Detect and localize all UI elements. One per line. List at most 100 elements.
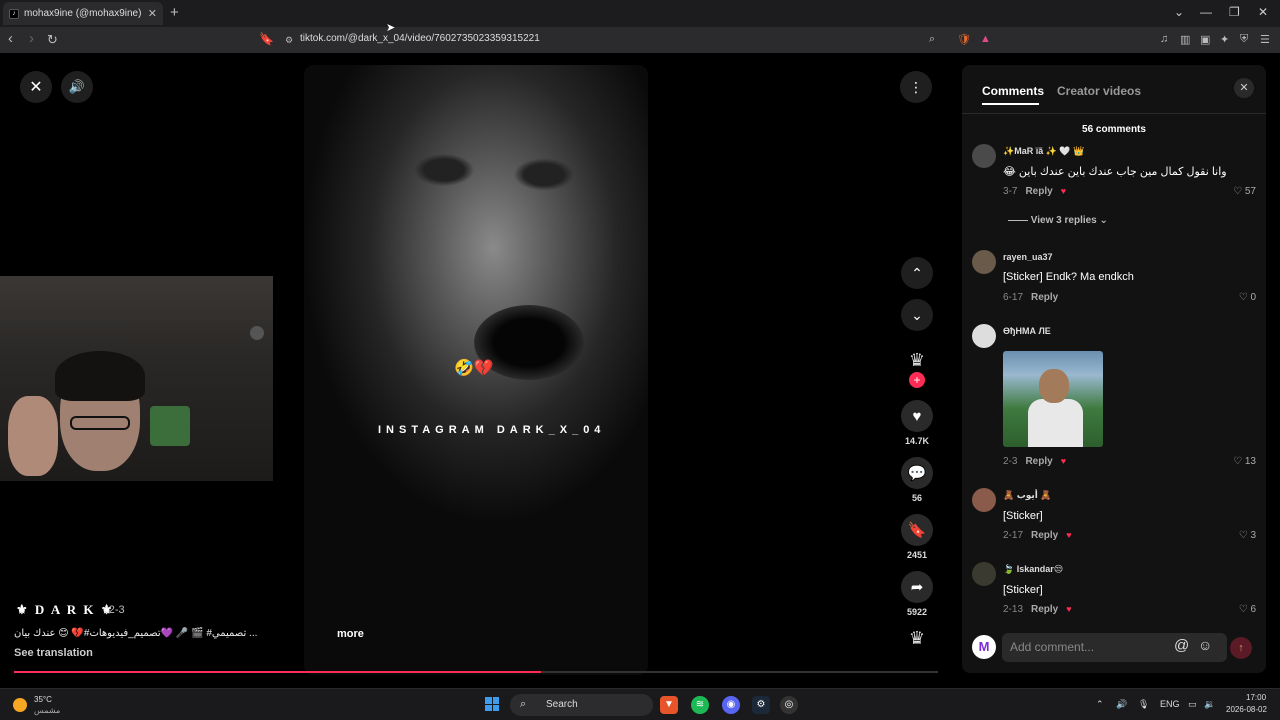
tray-overflow-icon[interactable]: ⌃ <box>1096 699 1104 710</box>
tab-comments[interactable]: Comments <box>982 84 1044 98</box>
forward-icon[interactable]: › <box>29 30 34 47</box>
comment-action[interactable]: 💬 56 <box>900 457 934 503</box>
comment-bubble-icon[interactable]: 💬 <box>901 457 933 489</box>
send-comment-button[interactable]: ↑ <box>1230 637 1252 659</box>
menu-icon[interactable]: ☰ <box>1260 33 1270 46</box>
comment-username[interactable]: ✨MaR ïã ✨ 🤍 👑 <box>1003 146 1084 157</box>
emoji-icon[interactable]: ☺ <box>1198 637 1212 653</box>
reply-button[interactable]: Reply <box>1025 456 1052 467</box>
comment-like[interactable]: ♡ 0 <box>1239 292 1256 303</box>
minimize-button[interactable]: — <box>1200 5 1212 19</box>
steam-icon[interactable]: ⚙ <box>752 696 770 714</box>
creator-liked-icon: ♥ <box>1066 530 1072 540</box>
comment-like[interactable]: ♡ 13 <box>1233 456 1256 467</box>
comment-meta: 2-13 Reply ♥ <box>1003 604 1072 615</box>
sidebar-icon[interactable]: ▥ <box>1180 33 1190 46</box>
browser-tab[interactable]: ♪ mohax9ine (@mohax9ine) | T ✕ <box>3 2 163 25</box>
comment-date: 2-13 <box>1003 604 1024 615</box>
avatar[interactable] <box>972 488 996 512</box>
windows-taskbar: 35°C مشمس ⌕ Search ▼ ≋ ◉ ⚙ ◎ ⌃ 🔊 🎙 ENG ▭… <box>0 688 1280 720</box>
close-tab-icon[interactable]: ✕ <box>148 7 157 20</box>
save-action[interactable]: 🔖 2451 <box>900 514 934 560</box>
discord-icon[interactable]: ◉ <box>722 696 740 714</box>
follow-button[interactable]: + <box>909 372 925 388</box>
comment-like[interactable]: ♡ 6 <box>1239 604 1256 615</box>
comment-like[interactable]: ♡ 3 <box>1239 530 1256 541</box>
wallet-icon[interactable]: ▣ <box>1200 33 1210 46</box>
maximize-button[interactable]: ❐ <box>1229 5 1240 19</box>
tab-title: mohax9ine (@mohax9ine) | T <box>24 8 143 19</box>
video-caption: ... تصميمي# 🎬 🎤 💜تصميم_فيديوهات#💔 😊 عندك… <box>14 628 258 639</box>
weather-temperature[interactable]: 35°C <box>34 695 52 704</box>
zoom-icon[interactable]: ⌕ <box>929 33 935 46</box>
vpn-icon[interactable]: ⛨ <box>1240 33 1248 46</box>
mention-icon[interactable]: @ <box>1174 637 1189 654</box>
comment-text: [Sticker] <box>1003 510 1043 522</box>
obs-icon[interactable]: ◎ <box>780 696 798 714</box>
avatar[interactable] <box>972 562 996 586</box>
comment-meta: 6-17 Reply <box>1003 292 1058 303</box>
bookmark-icon[interactable]: 🔖 <box>901 514 933 546</box>
close-video-button[interactable]: ✕ <box>20 71 52 103</box>
new-tab-button[interactable]: + <box>170 4 179 21</box>
comment-username[interactable]: 🍃 Iskandar😒 <box>1003 564 1063 575</box>
comment-like[interactable]: ♡ 57 <box>1233 186 1256 197</box>
leo-ai-icon[interactable]: ✦ <box>1220 33 1229 46</box>
comment-like-count: 6 <box>1250 604 1256 615</box>
tab-creator-videos[interactable]: Creator videos <box>1057 84 1141 98</box>
author-name[interactable]: ⚜ D A R K ⚜ <box>16 602 114 618</box>
reply-button[interactable]: Reply <box>1031 530 1058 541</box>
reply-button[interactable]: Reply <box>1031 292 1058 303</box>
comment-username[interactable]: 🧸 أيوب 🧸 <box>1003 490 1052 501</box>
volume-icon[interactable]: 🔉 <box>1204 699 1215 710</box>
share-action[interactable]: ➦ 5922 <box>900 571 934 617</box>
music-disc-icon[interactable]: ♛ <box>900 628 934 649</box>
windows-start-icon[interactable] <box>485 697 499 711</box>
speaker-icon[interactable]: 🔊 <box>1116 699 1127 710</box>
creator-avatar[interactable]: ♛ + <box>900 350 934 388</box>
see-translation-link[interactable]: See translation <box>14 647 93 659</box>
reply-button[interactable]: Reply <box>1025 186 1052 197</box>
avatar[interactable] <box>972 250 996 274</box>
clock-time[interactable]: 17:00 <box>1246 693 1266 702</box>
like-action[interactable]: ♥ 14.7K <box>900 400 934 446</box>
sun-icon[interactable] <box>13 698 27 712</box>
close-window-button[interactable]: ✕ <box>1258 5 1268 19</box>
my-avatar[interactable]: M <box>972 635 996 659</box>
comment-date: 2-17 <box>1003 530 1024 541</box>
share-icon[interactable]: ➦ <box>901 571 933 603</box>
microphone-icon[interactable]: 🎙 <box>1138 699 1149 710</box>
taskbar-search[interactable]: ⌕ Search <box>510 694 653 716</box>
tab-search-icon[interactable]: ⌄ <box>1174 5 1184 19</box>
more-options-button[interactable]: ⋮ <box>900 71 932 103</box>
heart-icon[interactable]: ♥ <box>901 400 933 432</box>
clock-date[interactable]: 2026-08-02 <box>1226 705 1267 714</box>
brave-rewards-icon[interactable]: ▲ <box>980 33 991 45</box>
more-button[interactable]: more <box>337 628 364 640</box>
video-progress-fill <box>14 671 541 673</box>
previous-video-button[interactable]: ⌃ <box>901 257 933 289</box>
avatar[interactable] <box>972 324 996 348</box>
comment-username[interactable]: ϴђΗΜΑ ЛЕ <box>1003 326 1051 336</box>
sticker-image[interactable] <box>1003 351 1103 447</box>
spotify-icon[interactable]: ≋ <box>691 696 709 714</box>
language-indicator[interactable]: ENG <box>1160 699 1180 709</box>
view-replies-button[interactable]: —— View 3 replies ⌄ <box>1008 215 1108 226</box>
network-icon[interactable]: ▭ <box>1188 699 1197 710</box>
next-video-button[interactable]: ⌄ <box>901 299 933 331</box>
reply-button[interactable]: Reply <box>1031 604 1058 615</box>
search-icon: ⌕ <box>520 698 527 710</box>
avatar[interactable] <box>972 144 996 168</box>
comment-username[interactable]: rayen_ua37 <box>1003 252 1053 262</box>
comment-like-count: 57 <box>1244 186 1256 197</box>
brave-shield-icon[interactable]: 🛡 <box>957 33 971 46</box>
reload-icon[interactable]: ↻ <box>47 32 58 48</box>
close-panel-button[interactable]: ✕ <box>1234 78 1254 98</box>
add-comment-input[interactable]: Add comment... <box>1002 633 1227 662</box>
volume-button[interactable]: 🔊 <box>61 71 93 103</box>
video-progress-bar[interactable] <box>14 671 938 673</box>
media-icon[interactable]: ♫ <box>1160 33 1168 45</box>
brave-browser-icon[interactable]: ▼ <box>660 696 678 714</box>
back-icon[interactable]: ‹ <box>8 30 13 47</box>
comment-date: 2-3 <box>1003 456 1018 467</box>
